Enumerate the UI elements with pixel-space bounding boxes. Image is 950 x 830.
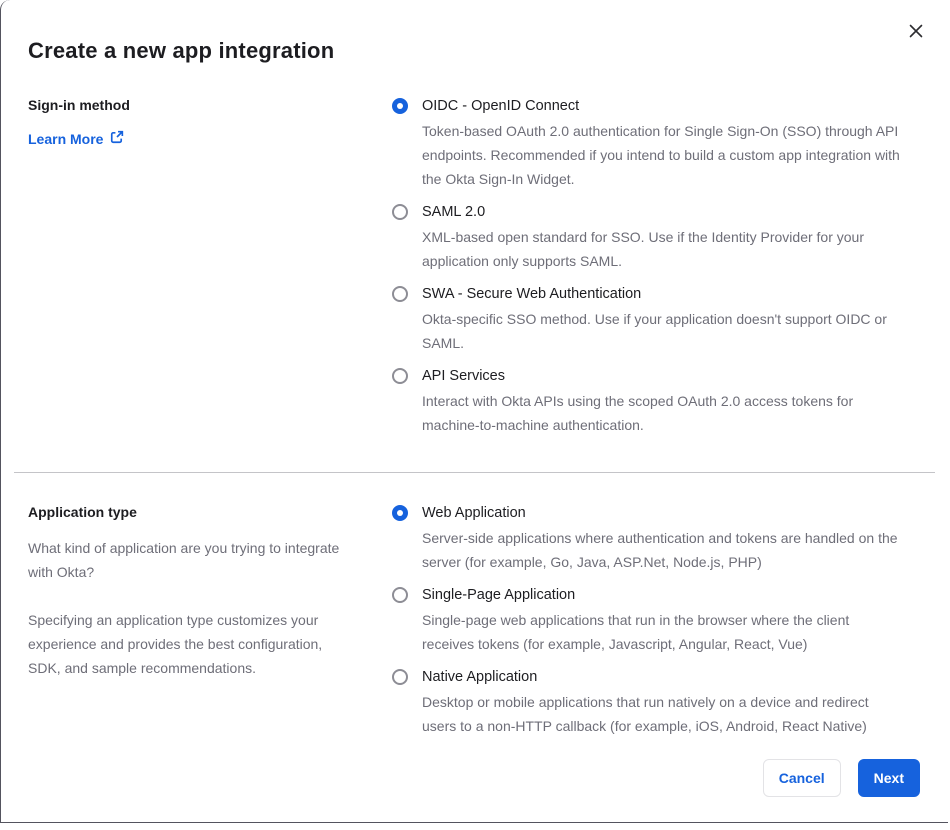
learn-more-link[interactable]: Learn More	[28, 129, 124, 149]
next-button[interactable]: Next	[857, 759, 920, 797]
application-type-note: Specifying an application type customize…	[28, 612, 323, 676]
option-api-services-label: API Services	[422, 368, 505, 384]
option-saml[interactable]: SAML 2.0 XML-based open standard for SSO…	[392, 201, 904, 273]
radio-oidc[interactable]	[392, 98, 408, 114]
radio-swa[interactable]	[392, 286, 408, 302]
dialog-footer: Cancel Next	[762, 759, 920, 797]
radio-web-application[interactable]	[392, 505, 408, 521]
radio-api-services[interactable]	[392, 368, 408, 384]
close-button[interactable]	[904, 20, 928, 44]
option-swa[interactable]: SWA - Secure Web Authentication Okta-spe…	[392, 283, 904, 355]
external-link-icon	[110, 129, 124, 149]
signin-method-heading: Sign-in method	[28, 97, 130, 113]
option-oidc-description: Token-based OAuth 2.0 authentication for…	[422, 123, 900, 187]
radio-saml[interactable]	[392, 204, 408, 220]
application-type-section: Application type What kind of applicatio…	[28, 473, 921, 738]
option-native-application[interactable]: Native Application Desktop or mobile app…	[392, 666, 904, 738]
option-spa[interactable]: Single-Page Application Single-page web …	[392, 584, 904, 656]
option-spa-label: Single-Page Application	[422, 587, 576, 603]
option-oidc[interactable]: OIDC - OpenID Connect Token-based OAuth …	[392, 95, 904, 191]
dialog-title: Create a new app integration	[28, 38, 335, 63]
option-api-services[interactable]: API Services Interact with Okta APIs usi…	[392, 365, 904, 437]
application-type-question: What kind of application are you trying …	[28, 540, 340, 580]
radio-native-application[interactable]	[392, 669, 408, 685]
option-saml-label: SAML 2.0	[422, 204, 486, 220]
option-native-application-label: Native Application	[422, 669, 538, 685]
option-swa-description: Okta-specific SSO method. Use if your ap…	[422, 311, 887, 351]
option-swa-label: SWA - Secure Web Authentication	[422, 286, 642, 302]
close-icon	[909, 24, 923, 41]
option-oidc-label: OIDC - OpenID Connect	[422, 98, 580, 114]
radio-spa[interactable]	[392, 587, 408, 603]
learn-more-label: Learn More	[28, 131, 104, 147]
cancel-button[interactable]: Cancel	[762, 759, 841, 797]
application-type-heading: Application type	[28, 504, 137, 520]
option-api-services-description: Interact with Okta APIs using the scoped…	[422, 393, 854, 433]
option-web-application-description: Server-side applications where authentic…	[422, 530, 898, 570]
option-saml-description: XML-based open standard for SSO. Use if …	[422, 229, 864, 269]
option-spa-description: Single-page web applications that run in…	[422, 612, 850, 652]
option-web-application[interactable]: Web Application Server-side applications…	[392, 502, 904, 574]
option-native-application-description: Desktop or mobile applications that run …	[422, 694, 869, 734]
signin-method-section: Sign-in method Learn More OIDC - OpenID …	[28, 95, 921, 437]
option-web-application-label: Web Application	[422, 505, 526, 521]
create-app-integration-dialog: Create a new app integration Sign-in met…	[0, 0, 948, 823]
